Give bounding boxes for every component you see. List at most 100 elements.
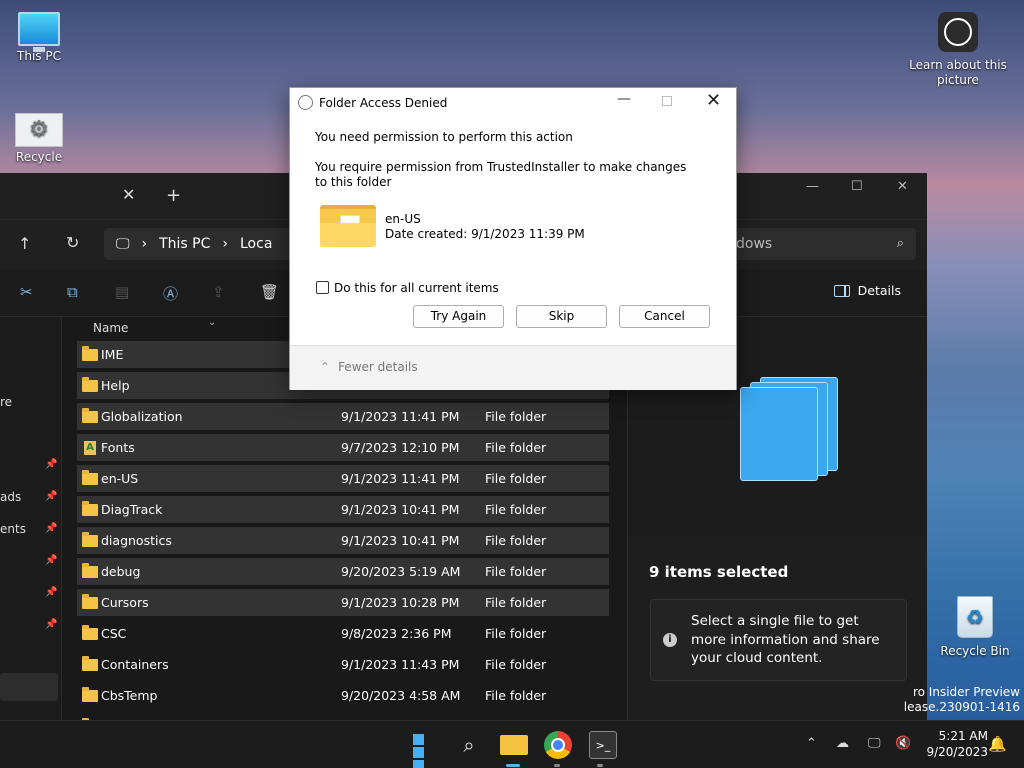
network-icon[interactable]: 🖵 <box>868 736 881 751</box>
table-row[interactable]: BrowserCore9/1/2023 11:39 PMFile folder <box>77 713 609 720</box>
folder-icon <box>82 407 98 423</box>
close-icon[interactable]: ✕ <box>897 179 908 194</box>
copy-icon[interactable]: ⧉ <box>67 283 78 301</box>
monitor-icon: 🖵 <box>116 236 130 252</box>
column-header-name[interactable]: Name <box>93 321 128 335</box>
message-line-1: You need permission to perform this acti… <box>315 130 573 144</box>
details-info: 9 items selected i Select a single file … <box>628 535 927 720</box>
file-name: Help <box>101 378 130 393</box>
file-date: 9/7/2023 12:10 PM <box>341 440 460 455</box>
file-explorer-icon[interactable] <box>500 735 528 755</box>
file-name: CbsTemp <box>101 688 158 703</box>
breadcrumb-item[interactable]: Loca <box>240 236 272 252</box>
taskbar: ⌕ >_ ⌃ ☁ 🖵 🔇 5:21 AM 9/20/2023 🔔 <box>0 720 1024 768</box>
pin-icon: 📌 <box>45 459 58 470</box>
folder-name: en-US <box>385 212 421 226</box>
details-pane-icon <box>833 284 850 297</box>
desktop-icon-recycle-bin[interactable]: ♻ Recycle Bin <box>938 596 1012 658</box>
pin-icon: 📌 <box>45 555 58 566</box>
search-icon[interactable]: ⌕ <box>455 731 483 759</box>
chevron-right-icon: › <box>141 236 148 252</box>
chevron-up-icon[interactable]: ⌃ <box>806 736 817 751</box>
learn-about-picture[interactable]: Learn about this picture <box>908 12 1008 88</box>
maximize-icon[interactable]: ☐ <box>851 179 863 194</box>
running-indicator <box>597 764 603 767</box>
skip-button[interactable]: Skip <box>516 305 607 328</box>
terminal-icon[interactable]: >_ <box>589 731 617 759</box>
table-row[interactable]: en-US 9/1/2023 11:41 PM File folder <box>77 465 609 492</box>
folder-icon <box>82 624 98 640</box>
table-row[interactable]: CbsTemp 9/20/2023 4:58 AM File folder <box>77 682 609 709</box>
pin-icon: 📌 <box>45 523 58 534</box>
folder-icon <box>82 562 98 578</box>
delete-icon[interactable]: 🗑 <box>260 283 279 301</box>
close-icon[interactable]: ✕ <box>706 90 721 111</box>
file-name: en-US <box>101 471 139 486</box>
file-type: File folder <box>485 471 547 486</box>
nav-item[interactable]: ads <box>0 490 21 504</box>
fewer-details-label: Fewer details <box>338 360 418 374</box>
search-icon: ⌕ <box>896 236 904 251</box>
taskbar-clock[interactable]: 5:21 AM 9/20/2023 <box>920 728 988 760</box>
cut-icon[interactable]: ✂ <box>20 283 33 301</box>
info-icon: i <box>663 633 677 647</box>
table-row[interactable]: DiagTrack 9/1/2023 10:41 PM File folder <box>77 496 609 523</box>
details-button[interactable]: Details <box>833 283 901 298</box>
new-tab-icon[interactable]: + <box>166 185 181 206</box>
notification-bell-icon[interactable]: 🔔 <box>988 735 1007 753</box>
table-row[interactable]: debug 9/20/2023 5:19 AM File folder <box>77 558 609 585</box>
computer-icon <box>18 12 60 52</box>
date: 9/20/2023 <box>926 745 988 759</box>
file-date: 9/8/2023 2:36 PM <box>341 626 452 641</box>
nav-item[interactable]: re <box>0 395 12 409</box>
nav-item-selected[interactable] <box>0 673 58 701</box>
start-windows-icon[interactable] <box>411 732 437 768</box>
items-selected-count: 9 items selected <box>649 563 789 581</box>
up-arrow-icon[interactable]: ↑ <box>18 234 31 253</box>
file-name: CSC <box>101 626 127 641</box>
file-date: 9/1/2023 10:41 PM <box>341 502 460 517</box>
table-row[interactable]: Globalization 9/1/2023 11:41 PM File folde… <box>77 403 609 430</box>
table-row[interactable]: Cursors 9/1/2023 10:28 PM File folder <box>77 589 609 616</box>
sort-chevron-icon[interactable]: ⌄ <box>208 317 216 328</box>
rename-icon[interactable]: Ⓐ <box>163 283 178 304</box>
onedrive-icon[interactable]: ☁ <box>836 736 849 751</box>
table-row[interactable]: CSC 9/8/2023 2:36 PM File folder <box>77 620 609 647</box>
chrome-icon[interactable] <box>544 731 572 759</box>
dialog-title-bar: Folder Access Denied — ✕ <box>290 88 736 117</box>
watermark-line: ro Insider Preview <box>912 685 1020 699</box>
share-icon[interactable]: ⇪ <box>212 283 225 301</box>
file-date: 9/20/2023 4:58 AM <box>341 688 461 703</box>
dialog-body: You need permission to perform this acti… <box>290 117 736 345</box>
desktop-icon-this-pc[interactable]: This PC <box>8 12 70 63</box>
apply-all-checkbox[interactable] <box>316 281 329 294</box>
file-type: File folder <box>485 564 547 579</box>
try-again-button[interactable]: Try Again <box>413 305 504 328</box>
desktop-icon-label: Recycle <box>15 150 63 164</box>
fewer-details-toggle[interactable]: ⌃ Fewer details <box>320 360 418 374</box>
apply-all-label[interactable]: Do this for all current items <box>334 281 499 295</box>
breadcrumb-item[interactable]: This PC <box>159 236 210 252</box>
nav-item[interactable]: ents <box>0 522 26 536</box>
folder-icon <box>320 205 376 247</box>
close-tab-icon[interactable]: ✕ <box>122 185 135 204</box>
desktop-icon-recycle[interactable]: ⚙ Recycle <box>10 113 68 164</box>
dialog-title: Folder Access Denied <box>319 96 448 110</box>
folder-icon <box>82 655 98 671</box>
date-created: Date created: 9/1/2023 11:39 PM <box>385 227 585 241</box>
refresh-icon[interactable]: ↻ <box>66 233 79 252</box>
folder-icon <box>82 531 98 547</box>
folder-icon <box>82 500 98 516</box>
folder-icon <box>82 469 98 485</box>
file-date: 9/1/2023 10:41 PM <box>341 533 460 548</box>
volume-muted-icon[interactable]: 🔇 <box>895 736 911 751</box>
cancel-button[interactable]: Cancel <box>619 305 710 328</box>
search-input[interactable]: dows ⌕ <box>722 228 916 260</box>
minimize-icon[interactable]: — <box>806 179 819 194</box>
table-row[interactable]: diagnostics 9/1/2023 10:41 PM File folder <box>77 527 609 554</box>
table-row[interactable]: A Fonts 9/7/2023 12:10 PM File folder <box>77 434 609 461</box>
paste-icon[interactable]: ▤ <box>115 283 129 301</box>
table-row[interactable]: Containers 9/1/2023 11:43 PM File folder <box>77 651 609 678</box>
chevron-right-icon: › <box>222 236 228 252</box>
minimize-icon[interactable]: — <box>617 91 631 107</box>
